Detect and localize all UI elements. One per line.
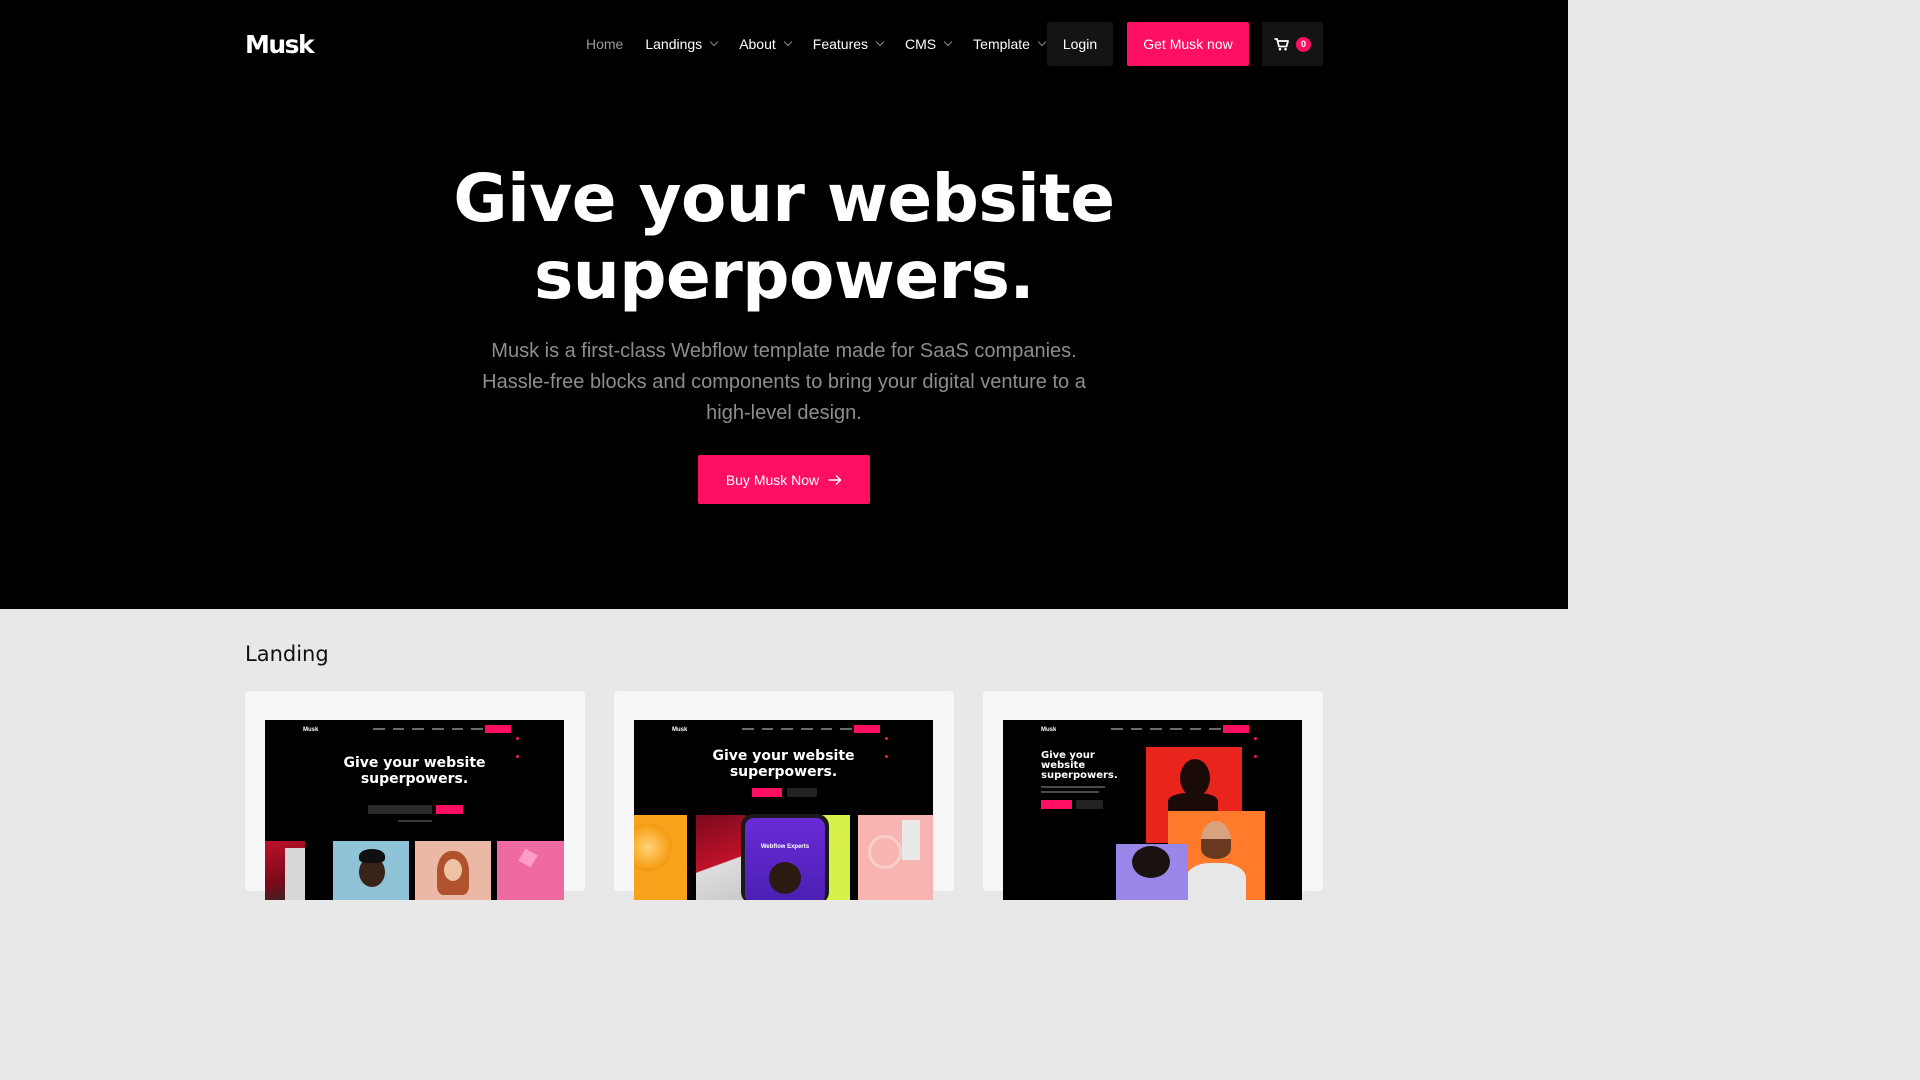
preview-icons [516, 727, 525, 758]
preview-image-red [696, 815, 746, 900]
preview-image-portrait-man [333, 841, 409, 900]
preview-text-line [1041, 786, 1105, 788]
hero-headline: Give your website superpowers. [0, 160, 1568, 314]
preview-text-line [1041, 791, 1099, 793]
preview-cta [1223, 725, 1249, 733]
preview-secondary-button [1076, 800, 1103, 809]
cart-button[interactable]: 0 [1262, 22, 1323, 66]
chevron-down-icon [709, 37, 719, 47]
nav-item-template[interactable]: Template [973, 22, 1047, 66]
preview-icons [1254, 727, 1263, 758]
portrait-beard [1201, 839, 1231, 859]
arrow-right-icon [828, 474, 842, 485]
preview-headline-line: superpowers. [729, 764, 838, 780]
portrait-shirt [1186, 863, 1246, 900]
phone-avatar [769, 862, 801, 894]
silhouette-shoulders [1168, 793, 1218, 813]
login-button[interactable]: Login [1047, 22, 1113, 66]
preview-headline-line: superpowers. [360, 771, 469, 787]
main-nav: Home Landings About Features CMS Templat… [576, 22, 1067, 66]
preview-email-field [368, 805, 432, 814]
pink-shape [518, 848, 538, 868]
hero-section: Musk Home Landings About Features CMS Te… [0, 0, 1568, 609]
preview-logo: Musk [672, 727, 688, 733]
white-block [902, 820, 920, 860]
cart-count-badge: 0 [1296, 36, 1311, 52]
nav-item-landings[interactable]: Landings [645, 22, 719, 66]
nav-item-label: Features [812, 36, 869, 52]
preview-footnote [398, 820, 432, 822]
hero-subheading-line: Musk is a first-class Webflow template m… [491, 340, 1077, 362]
preview-headline: Give your website superpowers. [1041, 751, 1131, 781]
preview-logo: Musk [303, 727, 319, 733]
preview-image-orange [634, 815, 687, 900]
portrait-hair [359, 849, 385, 863]
preview-headline: Give your website superpowers. [634, 748, 933, 780]
preview-image-white [285, 848, 305, 900]
nav-item-label: CMS [905, 36, 937, 52]
preview-icons [885, 727, 894, 758]
preview-image-peach [858, 815, 933, 900]
portrait-face [444, 859, 462, 881]
preview-image-pink [497, 841, 564, 900]
hero-subheading: Musk is a first-class Webflow template m… [440, 336, 1128, 429]
preview-submit-button [436, 805, 463, 814]
landing-card[interactable]: Musk Give your website superpowers. Webf… [614, 691, 954, 900]
chevron-down-icon [943, 37, 953, 47]
nav-item-label: About [739, 36, 776, 52]
preview-nav [1111, 728, 1222, 731]
landing-card[interactable]: Musk Give your website superpowers. [983, 691, 1323, 900]
get-musk-button[interactable]: Get Musk now [1127, 22, 1249, 66]
brand-logo[interactable]: Musk [245, 30, 315, 59]
landing-preview-image: Musk Give your website superpowers. Webf… [634, 720, 933, 900]
hero-subheading-line: high-level design. [706, 402, 862, 424]
preview-nav [742, 728, 853, 731]
nav-item-about[interactable]: About [739, 22, 793, 66]
buy-musk-button[interactable]: Buy Musk Now [698, 455, 870, 504]
preview-headline-line: superpowers. [1041, 770, 1118, 781]
landing-preview-image: Musk Give your website superpowers. [1003, 720, 1302, 900]
hero-subheading-line: Hassle-free blocks and components to bri… [482, 371, 1086, 393]
nav-item-label: Landings [645, 36, 703, 52]
orange-slice [634, 823, 672, 871]
buy-musk-button-label: Buy Musk Now [725, 471, 820, 488]
chevron-down-icon [783, 37, 793, 47]
landing-card[interactable]: Musk Give your website superpowers. [245, 691, 585, 900]
preview-primary-button [1041, 800, 1072, 809]
silhouette-head [1180, 759, 1210, 797]
nav-item-features[interactable]: Features [812, 22, 885, 66]
preview-headline: Give your website superpowers. [265, 755, 564, 787]
portrait-hair [1132, 846, 1170, 878]
preview-headline-line: Give your website [712, 748, 855, 764]
cart-icon [1274, 37, 1289, 50]
landing-preview-image: Musk Give your website superpowers. [265, 720, 564, 900]
hero-headline-line: Give your website [453, 160, 1115, 237]
preview-image-phone: Webflow Experts [741, 814, 829, 900]
nav-item-label: Template [973, 36, 1030, 52]
preview-cta [854, 725, 880, 733]
preview-image-portrait-woman [415, 841, 491, 900]
nav-item-home[interactable]: Home [586, 22, 623, 66]
preview-secondary-button [787, 788, 817, 797]
hero-headline-line: superpowers. [533, 237, 1035, 314]
preview-headline-line: Give your website [343, 755, 486, 771]
nav-item-label: Home [586, 36, 624, 52]
preview-image-purple-portrait [1116, 844, 1188, 900]
preview-nav [373, 728, 484, 731]
preview-logo: Musk [1041, 727, 1057, 733]
phone-label: Webflow Experts [760, 844, 810, 850]
chevron-down-icon [1037, 37, 1047, 47]
peach-ring [868, 835, 902, 869]
chevron-down-icon [875, 37, 885, 47]
section-title-landing: Landing [245, 642, 329, 666]
nav-item-cms[interactable]: CMS [905, 22, 953, 66]
preview-cta [485, 725, 511, 733]
preview-primary-button [752, 788, 782, 797]
